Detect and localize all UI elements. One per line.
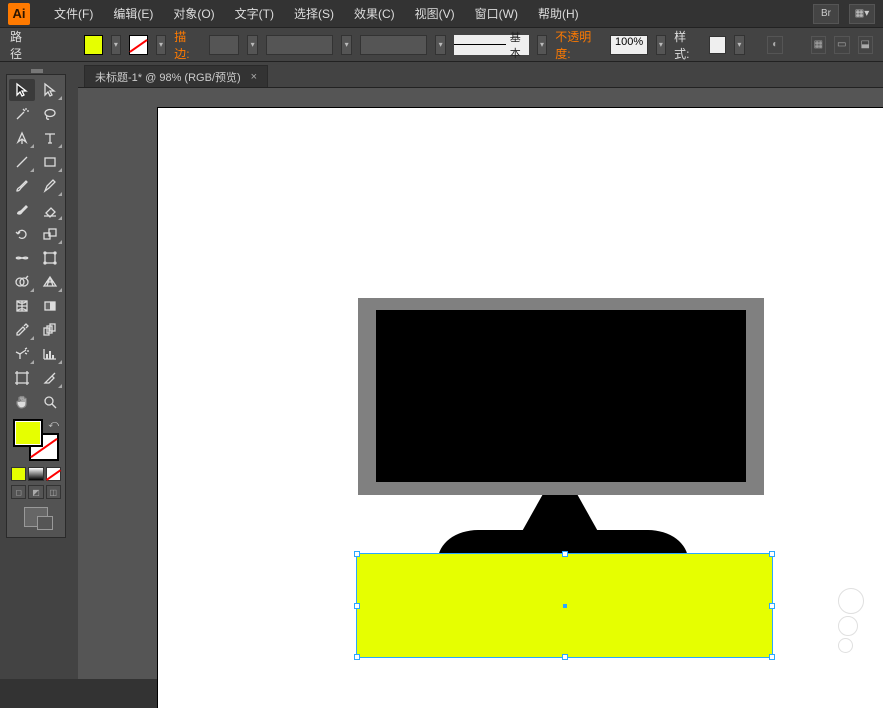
workspace-switcher[interactable]: ▦▾ [849,4,875,24]
brush-def-field[interactable] [360,35,428,55]
menu-window[interactable]: 窗口(W) [467,1,526,26]
scale-tool[interactable] [37,223,63,245]
color-mode-none[interactable] [46,467,61,481]
stroke-dropdown[interactable]: ▾ [156,35,166,55]
width-profile-field[interactable] [266,35,334,55]
graphic-style-swatch[interactable] [709,36,726,54]
graphic-style-dropdown[interactable]: ▾ [734,35,744,55]
stroke-label: 描边: [174,28,197,62]
width-profile-dropdown[interactable]: ▾ [341,35,351,55]
draw-normal[interactable]: ◻ [11,485,26,499]
hand-tool[interactable] [9,391,35,413]
stroke-style-preview[interactable]: 基本 [454,35,529,55]
isolate-icon[interactable]: ⬓ [858,36,873,54]
document-tab-title: 未标题-1* @ 98% (RGB/预览) [95,69,241,85]
draw-inside[interactable]: ◫ [46,485,61,499]
document-tab[interactable]: 未标题-1* @ 98% (RGB/预览) × [84,65,268,87]
art-monitor-screen[interactable] [376,310,746,482]
options-bar: 路径 ▾ ▾ 描边: ▾ ▾ ▾ 基本 ▾ 不透明度: 100% ▾ 样式: ▾… [0,28,883,62]
artboard-tool[interactable] [9,367,35,389]
resize-handle-bl[interactable] [354,654,360,660]
menu-type[interactable]: 文字(T) [227,1,282,26]
pencil-tool[interactable] [37,175,63,197]
line-tool[interactable] [9,151,35,173]
style-label: 样式: [674,28,697,62]
symbol-sprayer-tool[interactable] [9,343,35,365]
color-mode-row [9,465,63,483]
selected-rectangle[interactable] [357,554,772,657]
opacity-field[interactable]: 100% [610,35,647,55]
magic-wand-tool[interactable] [9,103,35,125]
draw-mode-row: ◻ ◩ ◫ [9,483,63,501]
fill-stroke-indicator[interactable]: ⤺ [13,419,59,461]
resize-handle-tl[interactable] [354,551,360,557]
app-logo-icon: Ai [8,3,30,25]
resize-handle-bm[interactable] [562,654,568,660]
type-tool[interactable] [37,127,63,149]
menu-view[interactable]: 视图(V) [407,1,463,26]
shape-builder-tool[interactable] [9,271,35,293]
perspective-grid-tool[interactable] [37,271,63,293]
lasso-tool[interactable] [37,103,63,125]
resize-handle-br[interactable] [769,654,775,660]
selection-center-icon [563,604,567,608]
resize-handle-tm[interactable] [562,551,568,557]
stroke-style-dropdown[interactable]: ▾ [537,35,547,55]
menu-file[interactable]: 文件(F) [46,1,101,26]
paintbrush-tool[interactable] [9,175,35,197]
close-tab-icon[interactable]: × [251,71,257,83]
menu-edit[interactable]: 编辑(E) [105,1,161,26]
screen-mode-icon[interactable] [24,507,48,527]
transform-icon[interactable]: ▭ [834,36,849,54]
color-mode-gradient[interactable] [28,467,43,481]
fill-box-icon[interactable] [13,419,43,447]
opacity-dropdown[interactable]: ▾ [656,35,666,55]
swap-fill-stroke-icon[interactable]: ⤺ [48,419,59,430]
profile-label: 基本 [510,29,529,61]
slice-tool[interactable] [37,367,63,389]
fill-swatch[interactable] [84,35,103,55]
recolor-icon[interactable]: ◐ [767,36,782,54]
menu-bar: Ai 文件(F) 编辑(E) 对象(O) 文字(T) 选择(S) 效果(C) 视… [0,0,883,28]
align-icon[interactable]: ▦ [811,36,826,54]
stroke-swatch[interactable] [129,35,148,55]
mesh-tool[interactable] [9,295,35,317]
selection-tool[interactable] [9,79,35,101]
tool-panel: ⤺ ◻ ◩ ◫ [6,74,66,538]
eyedropper-tool[interactable] [9,319,35,341]
gradient-tool[interactable] [37,295,63,317]
selection-type-label: 路径 [10,28,30,62]
free-transform-tool[interactable] [37,247,63,269]
width-tool[interactable] [9,247,35,269]
color-mode-solid[interactable] [11,467,26,481]
direct-selection-tool[interactable] [37,79,63,101]
bridge-button[interactable]: Br [813,4,839,24]
menu-help[interactable]: 帮助(H) [530,1,587,26]
fill-dropdown[interactable]: ▾ [111,35,121,55]
column-graph-tool[interactable] [37,343,63,365]
opacity-label: 不透明度: [555,28,598,62]
menu-object[interactable]: 对象(O) [165,1,222,26]
pen-tool[interactable] [9,127,35,149]
zoom-tool[interactable] [37,391,63,413]
menu-effect[interactable]: 效果(C) [346,1,403,26]
rotate-tool[interactable] [9,223,35,245]
resize-handle-mr[interactable] [769,603,775,609]
rectangle-tool[interactable] [37,151,63,173]
brush-def-dropdown[interactable]: ▾ [435,35,445,55]
art-monitor-neck[interactable] [520,495,600,535]
eraser-tool[interactable] [37,199,63,221]
artboard[interactable] [158,108,883,708]
menu-select[interactable]: 选择(S) [286,1,342,26]
document-tab-bar: 未标题-1* @ 98% (RGB/预览) × [78,62,883,88]
blob-brush-tool[interactable] [9,199,35,221]
canvas-area[interactable] [78,88,883,679]
resize-handle-ml[interactable] [354,603,360,609]
stroke-weight-field[interactable] [209,35,239,55]
blend-tool[interactable] [37,319,63,341]
resize-handle-tr[interactable] [769,551,775,557]
watermark-icon [838,588,864,655]
stroke-weight-dropdown[interactable]: ▾ [247,35,257,55]
draw-behind[interactable]: ◩ [28,485,43,499]
